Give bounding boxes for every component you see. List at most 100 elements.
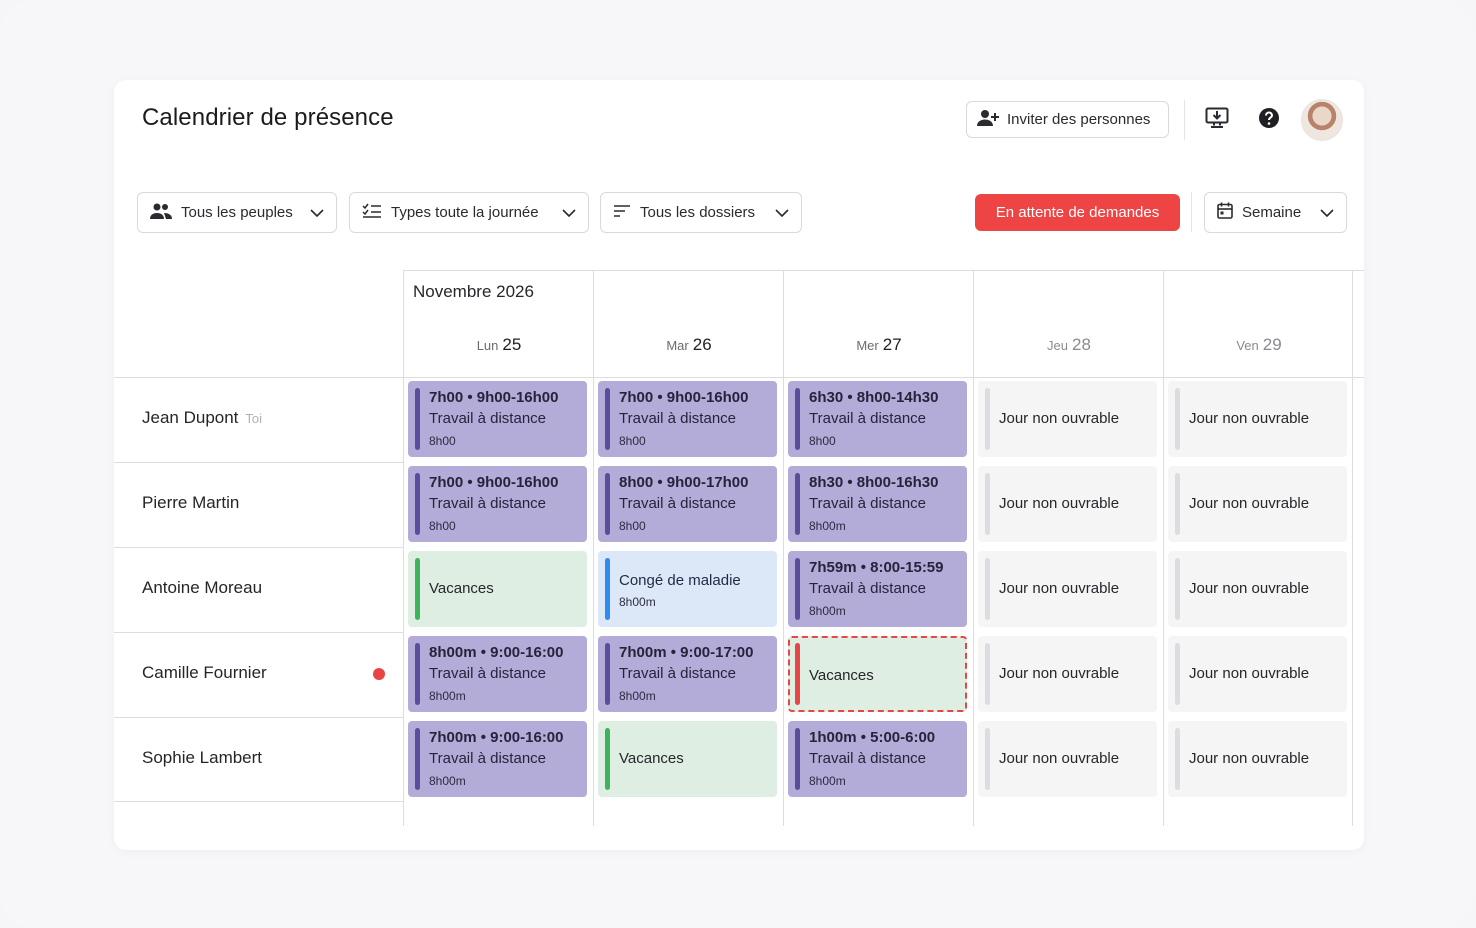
remote-work-entry[interactable]: 6h30 • 8h00-14h30 Travail à distance 8h00 [788,381,967,457]
row-divider [114,717,403,718]
remote-work-entry[interactable]: 8h30 • 8h00-16h30 Travail à distance 8h00m [788,466,967,542]
remote-work-entry[interactable]: 7h00 • 9h00-16h00 Travail à distance 8h00 [408,381,587,457]
entry-time-range: 8h00m • 9:00-16:00 [429,644,564,661]
entry-color-bar [415,643,420,705]
entry-duration: 8h00 [619,434,646,448]
entry-label: Jour non ouvrable [1189,665,1310,682]
entry-time-range: 1h00m • 5:00-6:00 [809,729,936,746]
non-working-day-entry[interactable]: Jour non ouvrable [1168,466,1347,542]
day-header-mon[interactable]: Lun 25 [404,335,594,355]
entry-type: Travail à distance [809,580,926,597]
person-name-row[interactable]: Antoine Moreau [142,578,402,598]
entry-duration: 8h00 [429,519,456,533]
chevron-down-icon [775,204,789,221]
header-bottom-border [114,377,1364,378]
people-filter-dropdown[interactable]: Tous les peuples [137,192,337,233]
person-name: Jean Dupont [142,408,239,427]
entry-duration: 8h00m [809,774,846,788]
non-working-day-entry[interactable]: Jour non ouvrable [978,466,1157,542]
non-working-day-entry[interactable]: Jour non ouvrable [978,636,1157,712]
entry-color-bar [605,643,610,705]
remote-work-entry[interactable]: 7h00 • 9h00-16h00 Travail à distance 8h00 [598,381,777,457]
day-number: 25 [502,335,522,354]
monitor-download-button[interactable] [1203,106,1231,134]
day-types-filter-dropdown[interactable]: Types toute la journée [349,192,589,233]
you-tag: Toi [245,410,263,426]
help-icon [1258,107,1280,134]
entry-color-bar [985,388,990,450]
sort-lines-icon [613,204,631,222]
entry-color-bar [415,728,420,790]
non-working-day-entry[interactable]: Jour non ouvrable [978,381,1157,457]
entry-duration: 8h00 [809,434,836,448]
person-name-row[interactable]: Sophie Lambert [142,748,402,768]
entry-label: Jour non ouvrable [1189,750,1310,767]
non-working-day-entry[interactable]: Jour non ouvrable [1168,636,1347,712]
entry-label: Jour non ouvrable [1189,495,1310,512]
person-name: Antoine Moreau [142,578,263,597]
remote-work-entry[interactable]: 8h00m • 9:00-16:00 Travail à distance 8h00… [408,636,587,712]
entry-time-range: 7h00m • 9:00-16:00 [429,729,564,746]
entry-duration: 8h00 [429,434,456,448]
day-number: 26 [692,335,712,354]
entry-color-bar [795,558,800,620]
folders-filter-dropdown[interactable]: Tous les dossiers [600,192,802,233]
day-number: 28 [1072,335,1091,354]
remote-work-entry[interactable]: 8h00 • 9h00-17h00 Travail à distance 8h00 [598,466,777,542]
vacation-entry[interactable]: Vacances [408,551,587,627]
day-of-week: Ven [1236,338,1259,353]
row-divider [114,801,403,802]
day-header-tue[interactable]: Mar 26 [594,335,784,355]
monitor-download-icon [1205,107,1229,134]
remote-work-entry[interactable]: 7h59m • 8:00-15:59 Travail à distance 8h00… [788,551,967,627]
non-working-day-entry[interactable]: Jour non ouvrable [978,721,1157,797]
entry-color-bar [1175,728,1180,790]
pending-vacation-entry[interactable]: Vacances [788,636,967,712]
page-title: Calendrier de présence [142,104,394,131]
person-name-row[interactable]: Camille Fournier [142,663,402,683]
entry-color-bar [985,473,990,535]
entry-color-bar [985,728,990,790]
entry-time-range: 7h00 • 9h00-16h00 [619,389,749,406]
entry-type: Travail à distance [619,665,736,682]
person-name: Sophie Lambert [142,748,263,767]
non-working-day-entry[interactable]: Jour non ouvrable [978,551,1157,627]
entry-label: Jour non ouvrable [999,410,1120,427]
entry-label: Jour non ouvrable [999,495,1120,512]
help-button[interactable] [1255,106,1283,134]
app-background: Calendrier de présence Inviter des perso… [0,0,1476,928]
non-working-day-entry[interactable]: Jour non ouvrable [1168,551,1347,627]
user-avatar[interactable] [1301,99,1343,141]
vacation-entry[interactable]: Vacances [598,721,777,797]
entry-time-range: 7h00 • 9h00-16h00 [429,474,559,491]
day-header-thu[interactable]: Jeu 28 [974,335,1164,355]
month-label: Novembre 2026 [413,282,534,301]
remote-work-entry[interactable]: 7h00m • 9:00-16:00 Travail à distance 8h00… [408,721,587,797]
remote-work-entry[interactable]: 7h00 • 9h00-16h00 Travail à distance 8h00 [408,466,587,542]
sick-leave-entry[interactable]: Congé de maladie 8h00m [598,551,777,627]
pending-requests-button[interactable]: En attente de demandes [975,194,1180,231]
entry-duration: 8h00m [809,604,846,618]
non-working-day-entry[interactable]: Jour non ouvrable [1168,721,1347,797]
invite-people-button[interactable]: Inviter des personnes [966,101,1169,138]
entry-color-bar [985,558,990,620]
person-name-row[interactable]: Pierre Martin [142,493,402,513]
entry-type: Travail à distance [619,410,736,427]
non-working-day-entry[interactable]: Jour non ouvrable [1168,381,1347,457]
remote-work-entry[interactable]: 1h00m • 5:00-6:00 Travail à distance 8h00m [788,721,967,797]
entry-color-bar [605,388,610,450]
day-header-wed[interactable]: Mer 27 [784,335,974,355]
entry-duration: 8h00m [429,774,466,788]
entry-color-bar [1175,388,1180,450]
entry-type: Congé de maladie [619,572,741,589]
entry-type: Travail à distance [619,495,736,512]
entry-time-range: 7h00m • 9:00-17:00 [619,644,754,661]
day-number: 27 [882,335,902,354]
person-name-row[interactable]: Jean Dupont Toi [142,408,402,428]
entry-duration: 8h00m [809,519,846,533]
view-mode-dropdown[interactable]: Semaine [1204,192,1347,233]
folders-filter-label: Tous les dossiers [640,204,756,221]
entry-label: Vacances [619,750,684,767]
day-header-fri[interactable]: Ven 29 [1164,335,1354,355]
remote-work-entry[interactable]: 7h00m • 9:00-17:00 Travail à distance 8h00… [598,636,777,712]
